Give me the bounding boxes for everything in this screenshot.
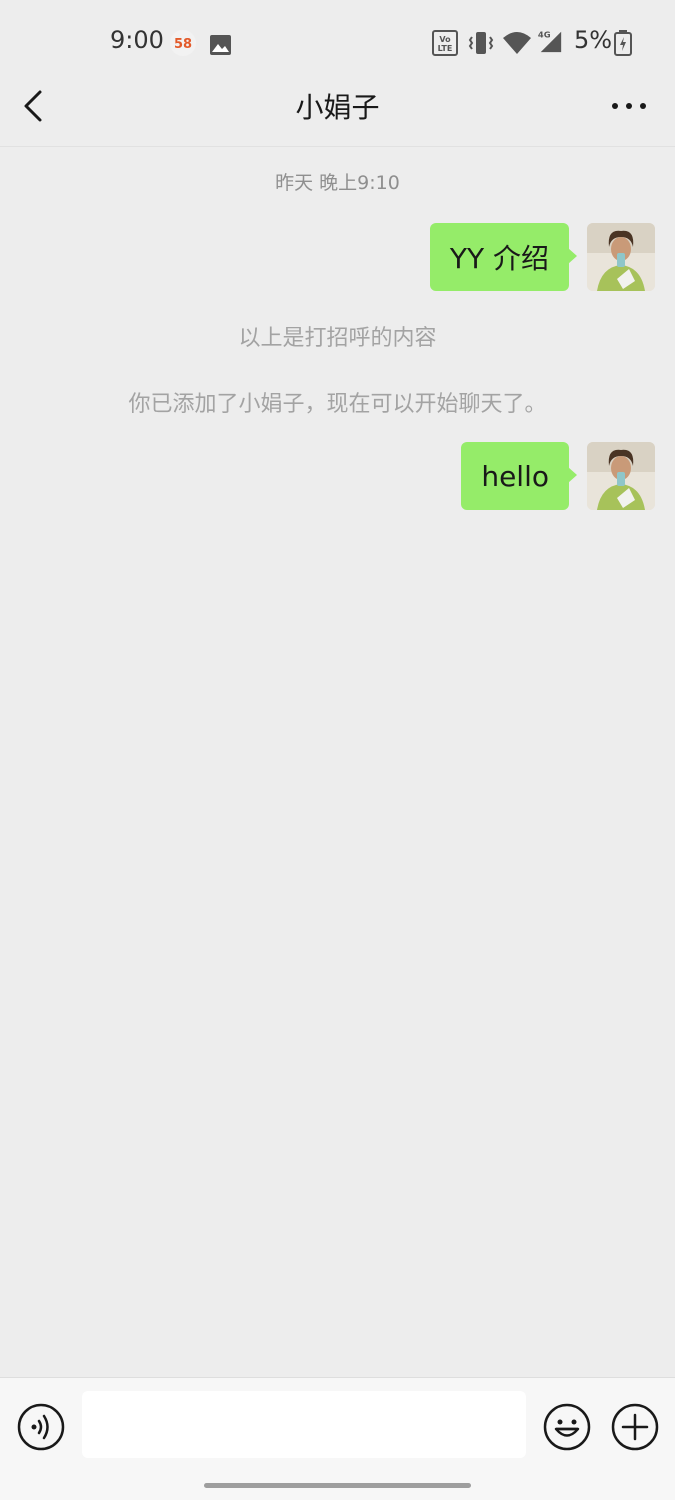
more-icon[interactable]: [609, 90, 649, 120]
image-icon: [210, 35, 231, 55]
emoji-icon[interactable]: [542, 1402, 592, 1452]
volte-icon: Vo LTE: [432, 30, 458, 56]
58-app-badge-text: 58: [174, 37, 192, 52]
wifi-icon: [503, 32, 531, 54]
battery-charging-icon: [614, 30, 632, 56]
cell-signal-icon: 4G: [538, 29, 562, 53]
message-bubble[interactable]: hello: [461, 442, 577, 510]
status-time: 9:00: [110, 26, 164, 54]
chat-title: 小娟子: [295, 91, 380, 124]
nav-bar: 小娟子: [0, 70, 675, 147]
message-input[interactable]: [82, 1391, 526, 1458]
message-bubble[interactable]: YY 介绍: [429, 223, 578, 291]
system-note: 你已添加了小娟子，现在可以开始聊天了。: [128, 392, 547, 417]
chat-screen: 9:00 58 Vo LTE 4G 5% 小娟子 昨天 晚上9:10 YY 介绍…: [0, 0, 675, 1500]
message-timestamp: 昨天 晚上9:10: [275, 172, 400, 194]
svg-text:LTE: LTE: [438, 44, 453, 53]
battery-percent: 5%: [574, 26, 613, 54]
58-app-icon: 58: [170, 30, 196, 56]
home-indicator[interactable]: [204, 1483, 471, 1488]
input-bar: [0, 1377, 675, 1500]
avatar[interactable]: [587, 223, 655, 291]
network-label: 4G: [538, 29, 551, 39]
svg-text:Vo: Vo: [439, 35, 451, 44]
avatar[interactable]: [587, 442, 655, 510]
message-row-outgoing: hello: [461, 442, 655, 510]
system-note: 以上是打招呼的内容: [238, 326, 437, 351]
vibrate-icon: [468, 32, 494, 54]
message-row-outgoing: YY 介绍: [429, 223, 655, 291]
voice-icon[interactable]: [16, 1402, 66, 1452]
plus-icon[interactable]: [610, 1402, 660, 1452]
